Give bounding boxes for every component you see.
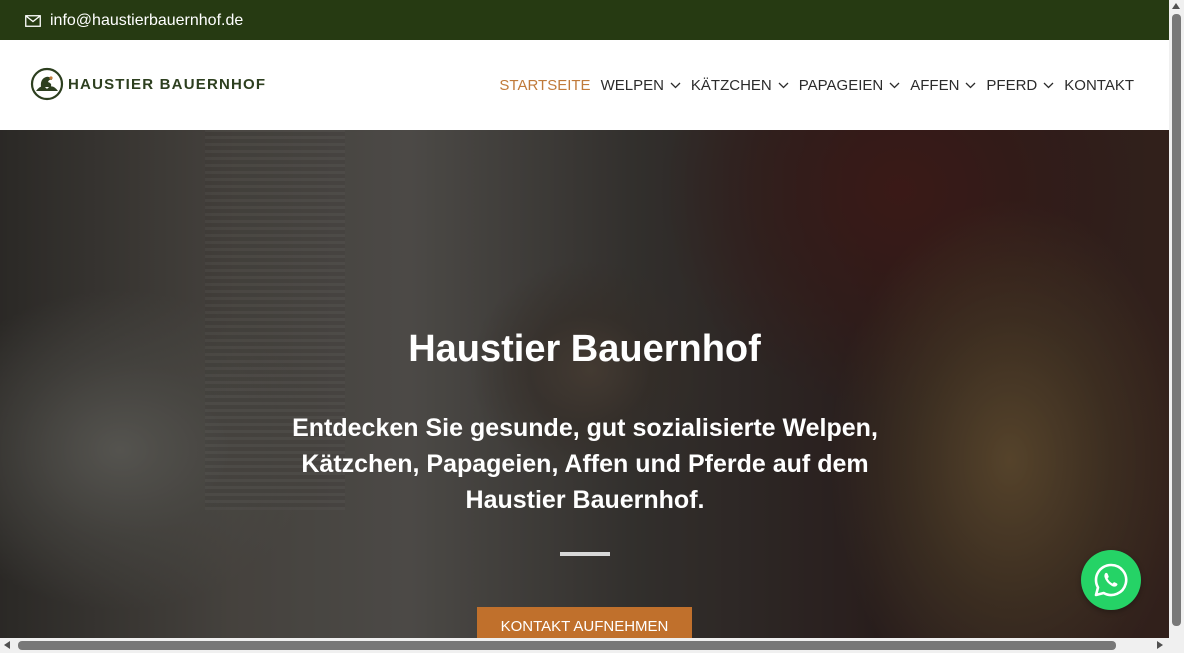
chevron-down-icon <box>889 82 900 88</box>
nav-item-label: STARTSEITE <box>499 76 591 94</box>
site-logo[interactable]: HAUSTIER BAUERNHOF <box>30 67 266 101</box>
nav-item-label: KONTAKT <box>1064 76 1134 94</box>
nav-item-pferd[interactable]: PFERD <box>986 77 1054 94</box>
whatsapp-button[interactable] <box>1081 550 1141 610</box>
scroll-right-arrow-icon[interactable] <box>1157 641 1163 649</box>
scroll-left-arrow-icon[interactable] <box>4 641 10 649</box>
farm-logo-icon <box>30 67 64 101</box>
mail-icon <box>25 15 41 27</box>
vertical-scrollbar[interactable] <box>1169 0 1184 638</box>
chevron-down-icon <box>778 82 789 88</box>
horizontal-scrollbar[interactable] <box>0 638 1184 653</box>
scroll-up-arrow-icon[interactable] <box>1172 3 1180 9</box>
chevron-down-icon <box>670 82 681 88</box>
contact-email[interactable]: info@haustierbauernhof.de <box>25 12 243 30</box>
nav-item-label: WELPEN <box>600 76 664 94</box>
main-navigation: STARTSEITE WELPEN KÄTZCHEN PAPAGEIEN AFF… <box>499 40 1134 130</box>
chevron-down-icon <box>965 82 976 88</box>
chevron-down-icon <box>1043 82 1054 88</box>
site-header: HAUSTIER BAUERNHOF STARTSEITE WELPEN KÄT… <box>0 40 1169 130</box>
hero-title: Haustier Bauernhof <box>408 328 761 370</box>
hero-divider <box>560 552 610 556</box>
nav-item-kaetzchen[interactable]: KÄTZCHEN <box>691 77 789 94</box>
top-bar: info@haustierbauernhof.de <box>0 0 1169 40</box>
hero-section: Haustier Bauernhof Entdecken Sie gesunde… <box>0 130 1169 638</box>
nav-item-papageien[interactable]: PAPAGEIEN <box>799 77 900 94</box>
vertical-scrollbar-thumb[interactable] <box>1172 14 1181 626</box>
nav-item-label: KÄTZCHEN <box>690 76 772 94</box>
nav-item-label: PAPAGEIEN <box>798 76 884 94</box>
contact-email-text[interactable]: info@haustierbauernhof.de <box>50 12 243 30</box>
nav-item-welpen[interactable]: WELPEN <box>601 77 681 94</box>
contact-cta-button[interactable]: KONTAKT AUFNEHMEN <box>477 607 692 638</box>
whatsapp-icon <box>1094 563 1128 597</box>
nav-item-startseite[interactable]: STARTSEITE <box>499 77 590 94</box>
hero-overlay <box>0 130 1169 638</box>
logo-text: HAUSTIER BAUERNHOF <box>68 75 267 93</box>
nav-item-kontakt[interactable]: KONTAKT <box>1064 77 1134 94</box>
nav-item-label: AFFEN <box>910 76 960 94</box>
nav-item-label: PFERD <box>986 76 1038 94</box>
hero-subtitle: Entdecken Sie gesunde, gut sozialisierte… <box>292 414 878 514</box>
horizontal-scrollbar-thumb[interactable] <box>18 641 1116 650</box>
nav-item-affen[interactable]: AFFEN <box>910 77 976 94</box>
